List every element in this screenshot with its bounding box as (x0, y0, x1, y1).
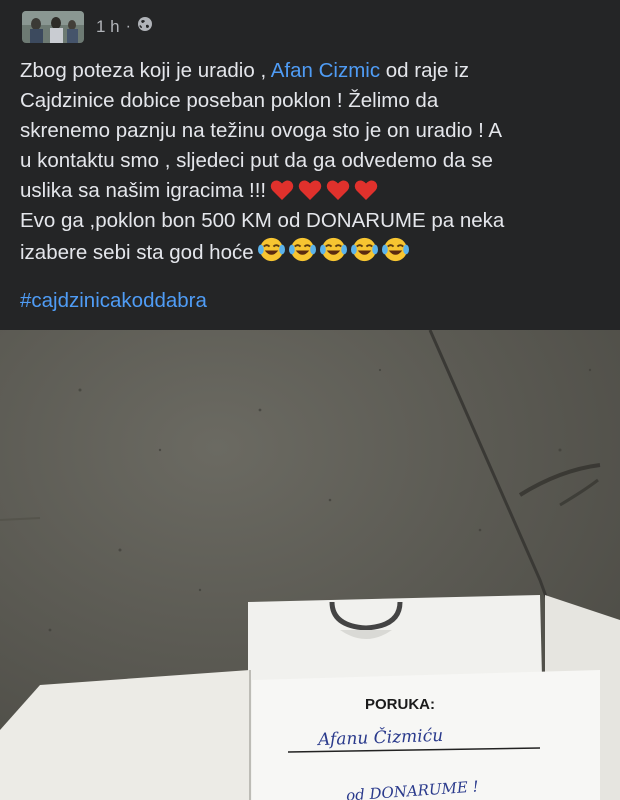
post-line-4: u kontaktu smo , sljedeci put da ga odve… (20, 149, 493, 172)
tears-of-joy-emoji (288, 237, 316, 262)
timestamp[interactable]: 1 h (96, 17, 120, 37)
red-heart-emoji (354, 180, 378, 200)
post-body: Zbog poteza koji je uradio , Afan Cizmic… (20, 56, 605, 268)
separator: · (125, 17, 131, 35)
hashtag-link[interactable]: #cajdzinicakoddabra (20, 289, 207, 312)
post-text-segment: Zbog poteza koji je uradio , (20, 59, 271, 82)
laugh-emoji-group (257, 236, 409, 263)
post-text-segment: od raje iz (380, 59, 469, 82)
avatar[interactable] (22, 11, 84, 43)
tears-of-joy-emoji (350, 237, 378, 262)
tears-of-joy-emoji (381, 237, 409, 262)
card-label: PORUKA: (365, 696, 435, 713)
post-line-6: Evo ga ,poklon bon 500 KM od DONARUME pa… (20, 209, 505, 232)
hearts-emoji-group (270, 179, 378, 201)
globe-icon[interactable] (137, 16, 153, 37)
post-line-3: skrenemo paznju na težinu ovoga sto je o… (20, 119, 503, 142)
mention-link[interactable]: Afan Cizmic (271, 59, 380, 82)
post-header: 1 h · (0, 0, 620, 48)
red-heart-emoji (270, 180, 294, 200)
tears-of-joy-emoji (319, 237, 347, 262)
post-photo[interactable]: PORUKA: Afanu Čizmiću od DONARUME ! (0, 330, 620, 800)
post-text-segment: uslika sa našim igracima !!! (20, 179, 267, 202)
post-text-segment: izabere sebi sta god hoće (20, 241, 254, 264)
post-line-5: uslika sa našim igracima !!! (20, 176, 605, 206)
post-line-2: Cajdzinice dobice poseban poklon ! Želim… (20, 89, 439, 112)
red-heart-emoji (298, 180, 322, 200)
post-line-7: izabere sebi sta god hoće (20, 236, 605, 268)
tears-of-joy-emoji (257, 237, 285, 262)
post-meta: 1 h · (96, 16, 153, 37)
red-heart-emoji (326, 180, 350, 200)
post-line-1: Zbog poteza koji je uradio , Afan Cizmic… (20, 56, 605, 86)
hashtag-block: #cajdzinicakoddabra (20, 286, 207, 316)
